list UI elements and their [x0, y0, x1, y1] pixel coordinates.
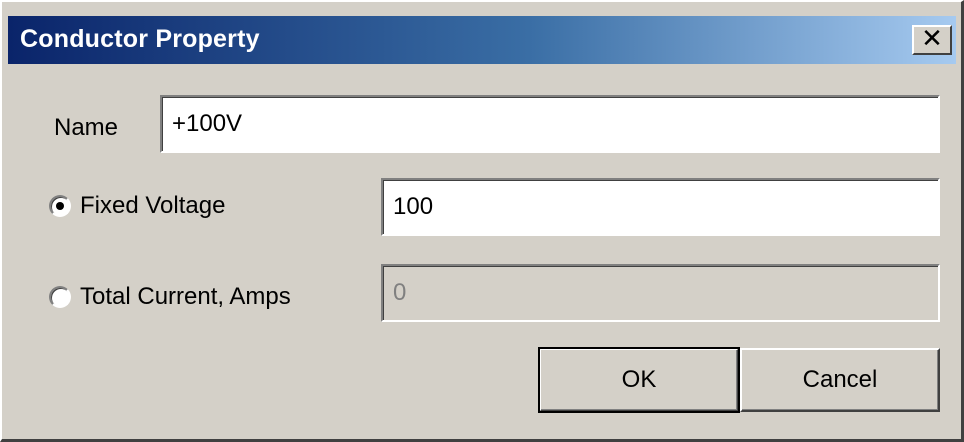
radio-selected-dot: [56, 202, 64, 210]
total-current-input: [381, 264, 940, 322]
cancel-button[interactable]: Cancel: [740, 348, 940, 412]
fixed-voltage-radio[interactable]: [49, 195, 71, 217]
total-current-label: Total Current, Amps: [80, 283, 291, 310]
fixed-voltage-input[interactable]: [381, 178, 940, 236]
dialog-title: Conductor Property: [20, 25, 260, 53]
name-label: Name: [54, 114, 119, 141]
total-current-radio[interactable]: [49, 286, 71, 308]
conductor-property-dialog: Conductor Property ✕ Name Fixed Voltage …: [0, 0, 964, 442]
close-icon: ✕: [921, 24, 943, 54]
name-input[interactable]: [160, 95, 940, 153]
ok-button[interactable]: OK: [538, 347, 740, 413]
close-button[interactable]: ✕: [912, 25, 952, 55]
title-bar[interactable]: Conductor Property ✕: [8, 16, 956, 64]
fixed-voltage-label: Fixed Voltage: [80, 192, 226, 219]
